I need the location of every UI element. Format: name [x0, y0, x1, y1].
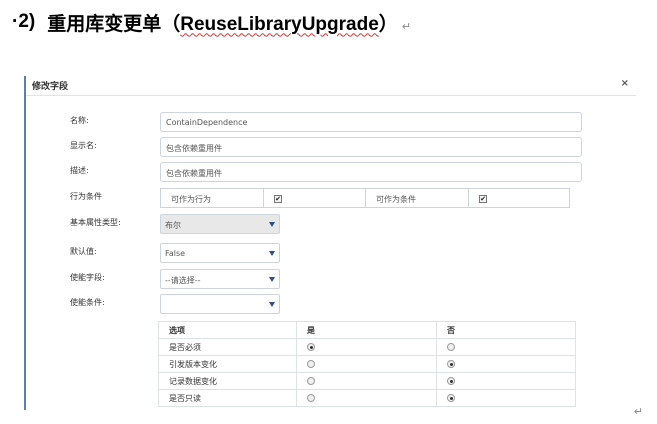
dialog-header: 修改字段 ×: [26, 76, 636, 96]
options-header-row: 选项 是 否: [158, 321, 576, 339]
heading-title-text: 重用库变更单（: [47, 12, 181, 35]
enable-field-value: --请选择--: [165, 276, 201, 285]
dialog-title: 修改字段: [32, 82, 69, 92]
no-radio[interactable]: [447, 377, 455, 385]
default-value-value: False: [165, 249, 186, 258]
enable-condition-row: 使能条件:: [26, 294, 626, 314]
option-yes-cell: [296, 389, 437, 407]
enable-condition-label: 使能条件:: [70, 298, 105, 307]
yes-radio[interactable]: [307, 343, 315, 351]
paragraph-mark-icon: ↵: [633, 405, 643, 418]
yes-radio[interactable]: [307, 394, 315, 402]
as-condition-cell: ✔: [469, 189, 569, 207]
option-yes-cell: [296, 355, 437, 373]
heading-number: ·2): [12, 11, 36, 32]
as-action-checkbox[interactable]: ✔: [274, 195, 282, 203]
heading-close-paren: ）: [378, 12, 398, 35]
yes-radio[interactable]: [307, 360, 315, 368]
option-no-cell: [436, 338, 576, 356]
display-name-input[interactable]: 包含依赖重用件: [160, 137, 582, 157]
base-type-row: 基本属性类型: 布尔: [26, 214, 626, 234]
table-row: 是否必须: [158, 338, 576, 356]
option-label: 是否只读: [158, 389, 297, 407]
options-header-yes: 是: [296, 321, 437, 339]
options-header-no: 否: [436, 321, 576, 339]
enable-field-label: 使能字段:: [70, 273, 105, 282]
option-label: 记录数据变化: [158, 372, 297, 390]
heading-english: ReuseLibraryUpgrade: [180, 13, 379, 35]
table-row: 是否只读: [158, 389, 576, 407]
no-radio[interactable]: [447, 343, 455, 351]
options-table: 选项 是 否 是否必须 引发版本变化 记录数据变化 是否只读: [158, 321, 576, 407]
table-row: 引发版本变化: [158, 355, 576, 373]
as-action-cell: ✔: [264, 189, 366, 207]
paragraph-mark-icon: ↵: [401, 19, 411, 33]
option-yes-cell: [296, 372, 437, 390]
description-input[interactable]: 包含依赖重用件: [160, 162, 582, 182]
chevron-down-icon: [269, 302, 275, 307]
option-no-cell: [436, 372, 576, 390]
as-action-label: 可作为行为: [161, 189, 264, 207]
enable-field-row: 使能字段: --请选择--: [26, 269, 626, 289]
chevron-down-icon: [269, 251, 275, 256]
heading-title: 重用库变更单（ReuseLibraryUpgrade）: [47, 9, 398, 36]
behavior-label: 行为条件: [70, 192, 102, 201]
enable-field-select[interactable]: --请选择--: [160, 269, 280, 289]
base-type-value: 布尔: [165, 221, 181, 230]
option-no-cell: [436, 355, 576, 373]
option-label: 是否必须: [158, 338, 297, 356]
display-name-label: 显示名:: [70, 141, 97, 150]
default-value-row: 默认值: False: [26, 243, 626, 263]
default-value-label: 默认值:: [70, 247, 97, 256]
options-header-option: 选项: [158, 321, 297, 339]
chevron-down-icon: [269, 277, 275, 282]
yes-radio[interactable]: [307, 377, 315, 385]
description-label: 描述:: [70, 166, 89, 175]
enable-condition-select[interactable]: [160, 294, 280, 314]
base-type-select[interactable]: 布尔: [160, 214, 280, 234]
table-row: 记录数据变化: [158, 372, 576, 390]
base-type-label: 基本属性类型:: [70, 218, 121, 227]
document-heading: ·2) 重用库变更单（ReuseLibraryUpgrade） ↵: [12, 8, 411, 36]
behavior-table: 可作为行为 ✔ 可作为条件 ✔: [160, 188, 570, 208]
option-label: 引发版本变化: [158, 355, 297, 373]
name-input[interactable]: ContainDependence: [160, 112, 582, 132]
description-row: 描述: 包含依赖重用件: [26, 162, 626, 182]
as-condition-label: 可作为条件: [366, 189, 469, 207]
default-value-select[interactable]: False: [160, 243, 280, 263]
close-icon[interactable]: ×: [621, 78, 629, 89]
no-radio[interactable]: [447, 360, 455, 368]
option-no-cell: [436, 389, 576, 407]
chevron-down-icon: [269, 222, 275, 227]
display-name-row: 显示名: 包含依赖重用件: [26, 137, 626, 157]
name-label: 名称:: [70, 116, 89, 125]
option-yes-cell: [296, 338, 437, 356]
name-row: 名称: ContainDependence: [26, 112, 626, 132]
behavior-row: 行为条件 可作为行为 ✔ 可作为条件 ✔: [26, 188, 626, 208]
no-radio[interactable]: [447, 394, 455, 402]
as-condition-checkbox[interactable]: ✔: [479, 195, 487, 203]
